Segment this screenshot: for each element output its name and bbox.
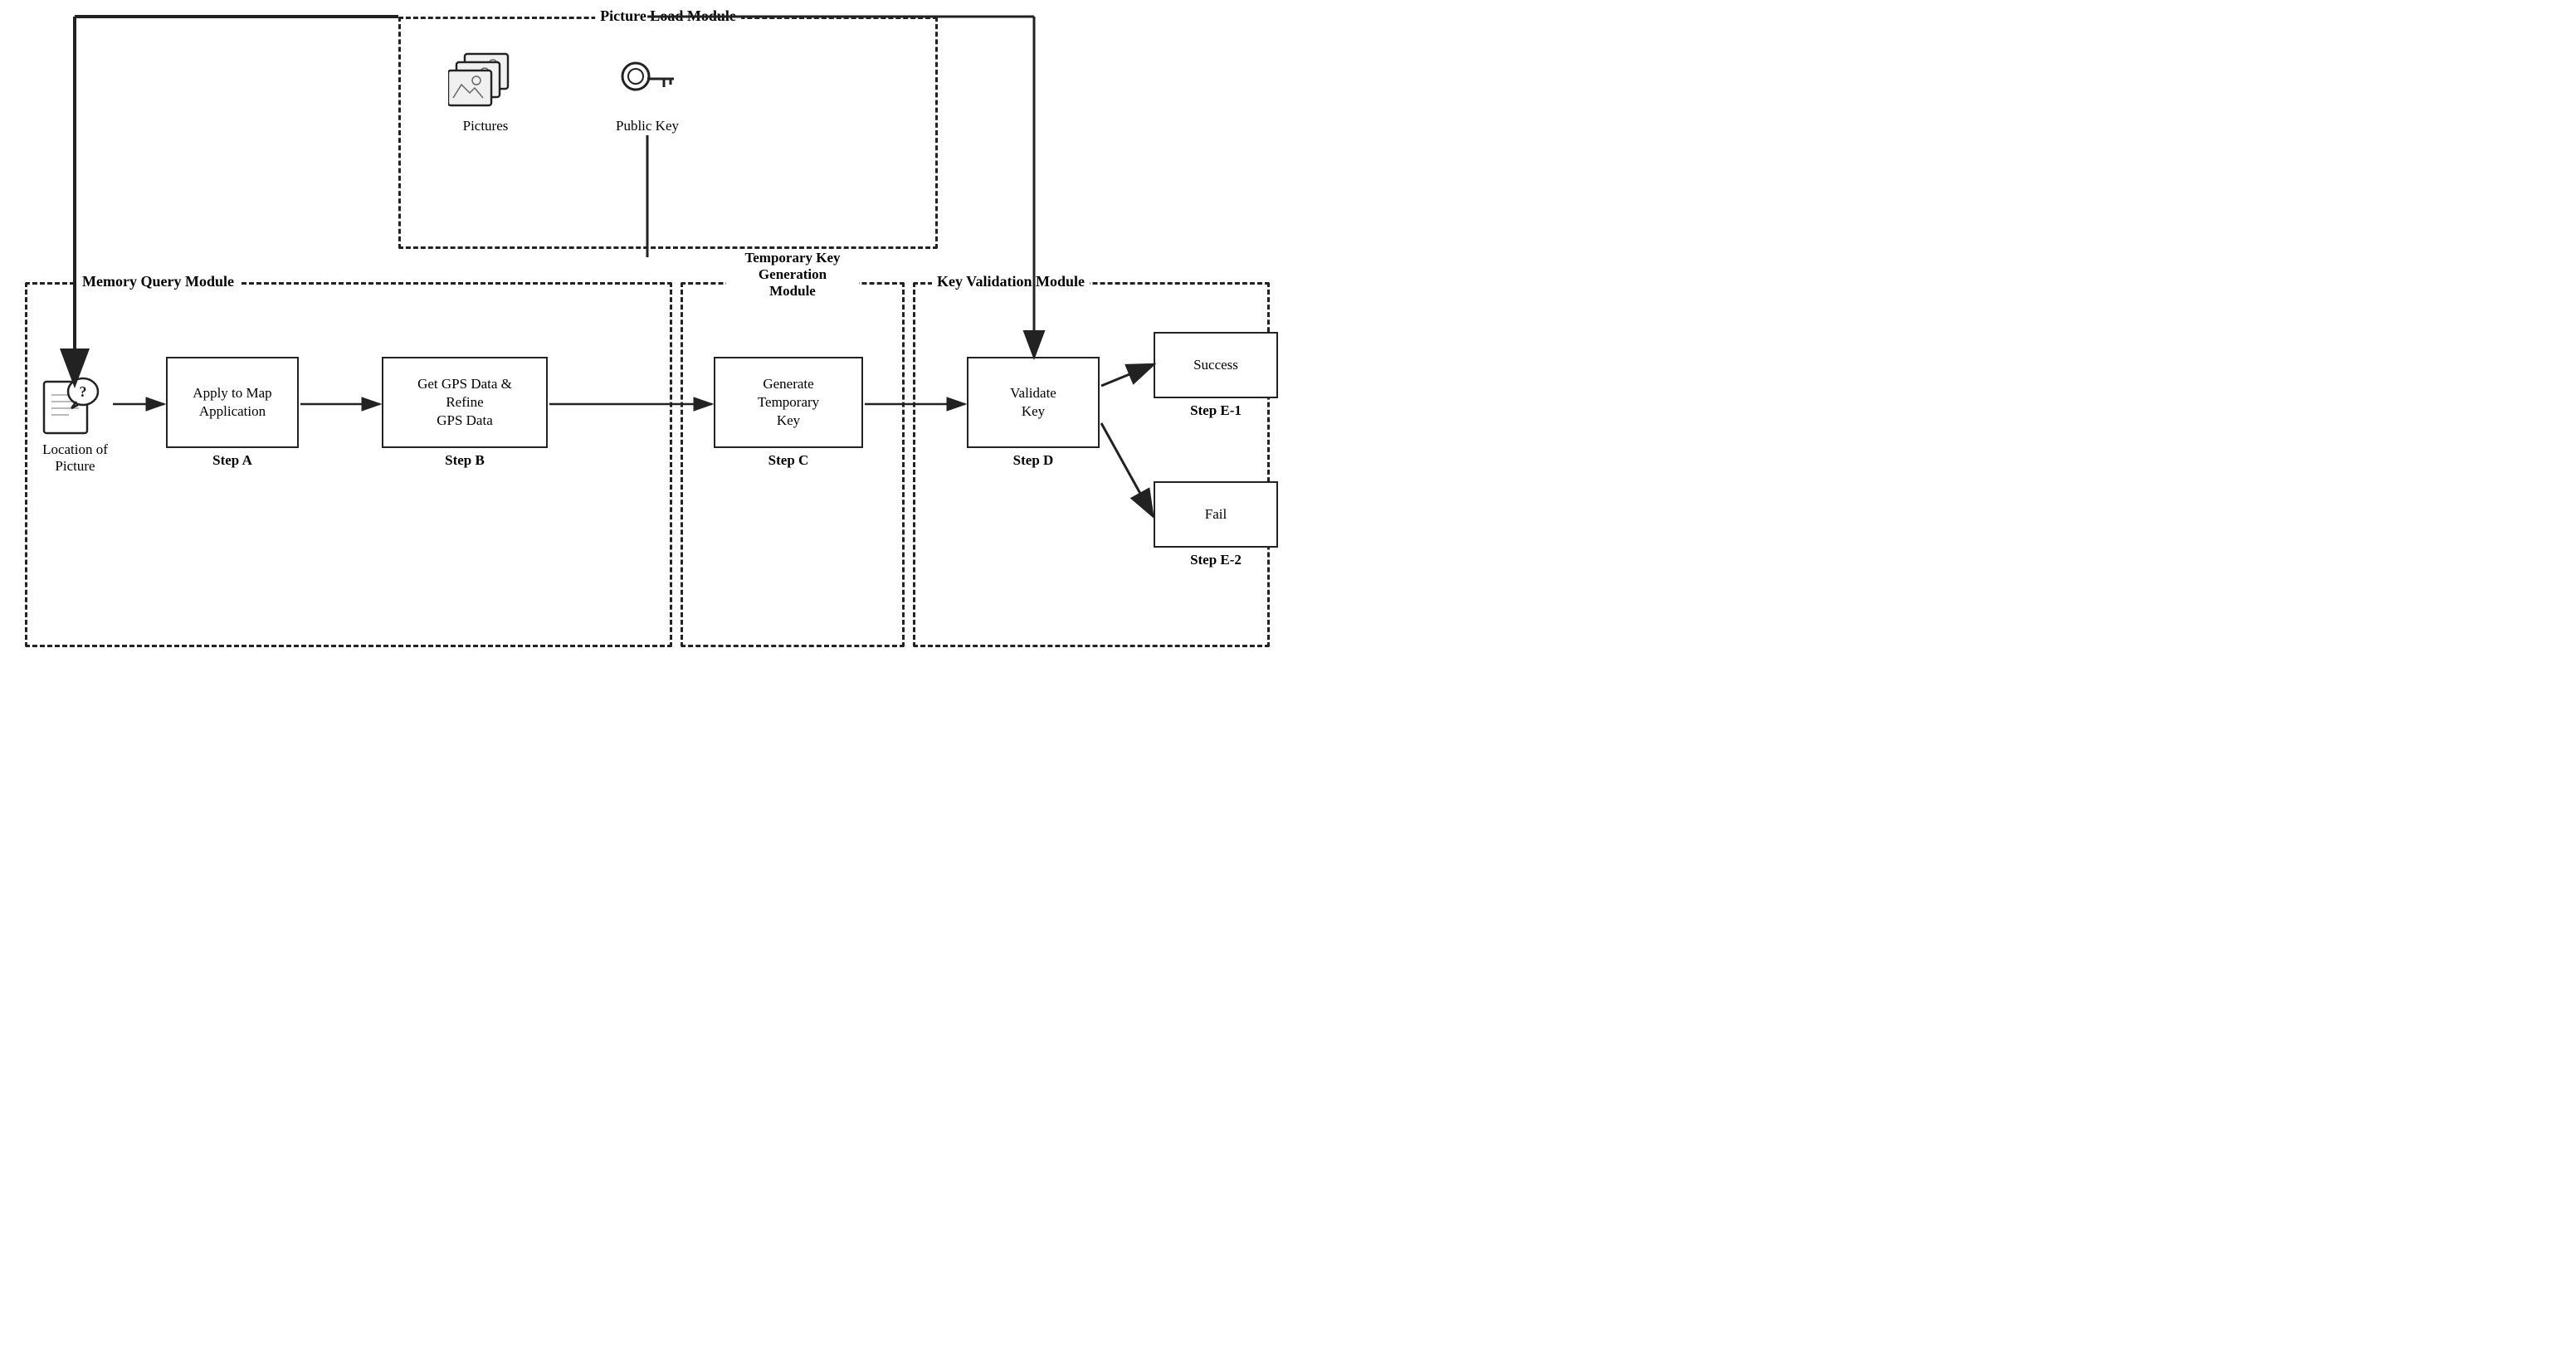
step-e1-box: Success Step E-1	[1154, 332, 1278, 398]
picture-load-module-label: Picture Load Module	[595, 7, 741, 25]
step-a-text: Apply to MapApplication	[193, 384, 271, 421]
location-icon: ?	[40, 373, 110, 440]
diagram-container: Picture Load Module Memory Query Module …	[0, 0, 1288, 675]
memory-query-module: Memory Query Module	[25, 282, 672, 647]
step-c-label: Step C	[768, 451, 809, 470]
public-key-icon	[614, 50, 681, 116]
step-e2-text: Fail	[1205, 505, 1227, 524]
step-e2-box: Fail Step E-2	[1154, 481, 1278, 548]
location-label: Location ofPicture	[42, 441, 108, 475]
step-b-text: Get GPS Data &RefineGPS Data	[417, 375, 512, 430]
step-d-box: ValidateKey Step D	[967, 357, 1100, 448]
step-a-label: Step A	[212, 451, 252, 470]
pictures-icon-area: Pictures	[448, 50, 523, 134]
step-a-box: Apply to MapApplication Step A	[166, 357, 299, 448]
step-b-box: Get GPS Data &RefineGPS Data Step B	[382, 357, 548, 448]
memory-query-module-label: Memory Query Module	[77, 273, 239, 290]
temp-key-module-label: Temporary KeyGenerationModule	[726, 250, 859, 300]
step-d-label: Step D	[1013, 451, 1054, 470]
step-c-box: GenerateTemporaryKey Step C	[714, 357, 863, 448]
location-icon-area: ? Location ofPicture	[40, 373, 110, 475]
pictures-label: Pictures	[463, 118, 509, 134]
pictures-icon	[448, 50, 523, 116]
public-key-icon-area: Public Key	[614, 50, 681, 134]
step-e1-text: Success	[1193, 356, 1238, 374]
svg-text:?: ?	[80, 383, 87, 400]
step-e2-label: Step E-2	[1190, 551, 1242, 569]
step-b-label: Step B	[445, 451, 485, 470]
step-c-text: GenerateTemporaryKey	[758, 375, 819, 430]
key-validation-module-label: Key Validation Module	[932, 273, 1090, 290]
step-e1-label: Step E-1	[1190, 402, 1242, 420]
step-d-text: ValidateKey	[1010, 384, 1056, 421]
public-key-label: Public Key	[616, 118, 679, 134]
